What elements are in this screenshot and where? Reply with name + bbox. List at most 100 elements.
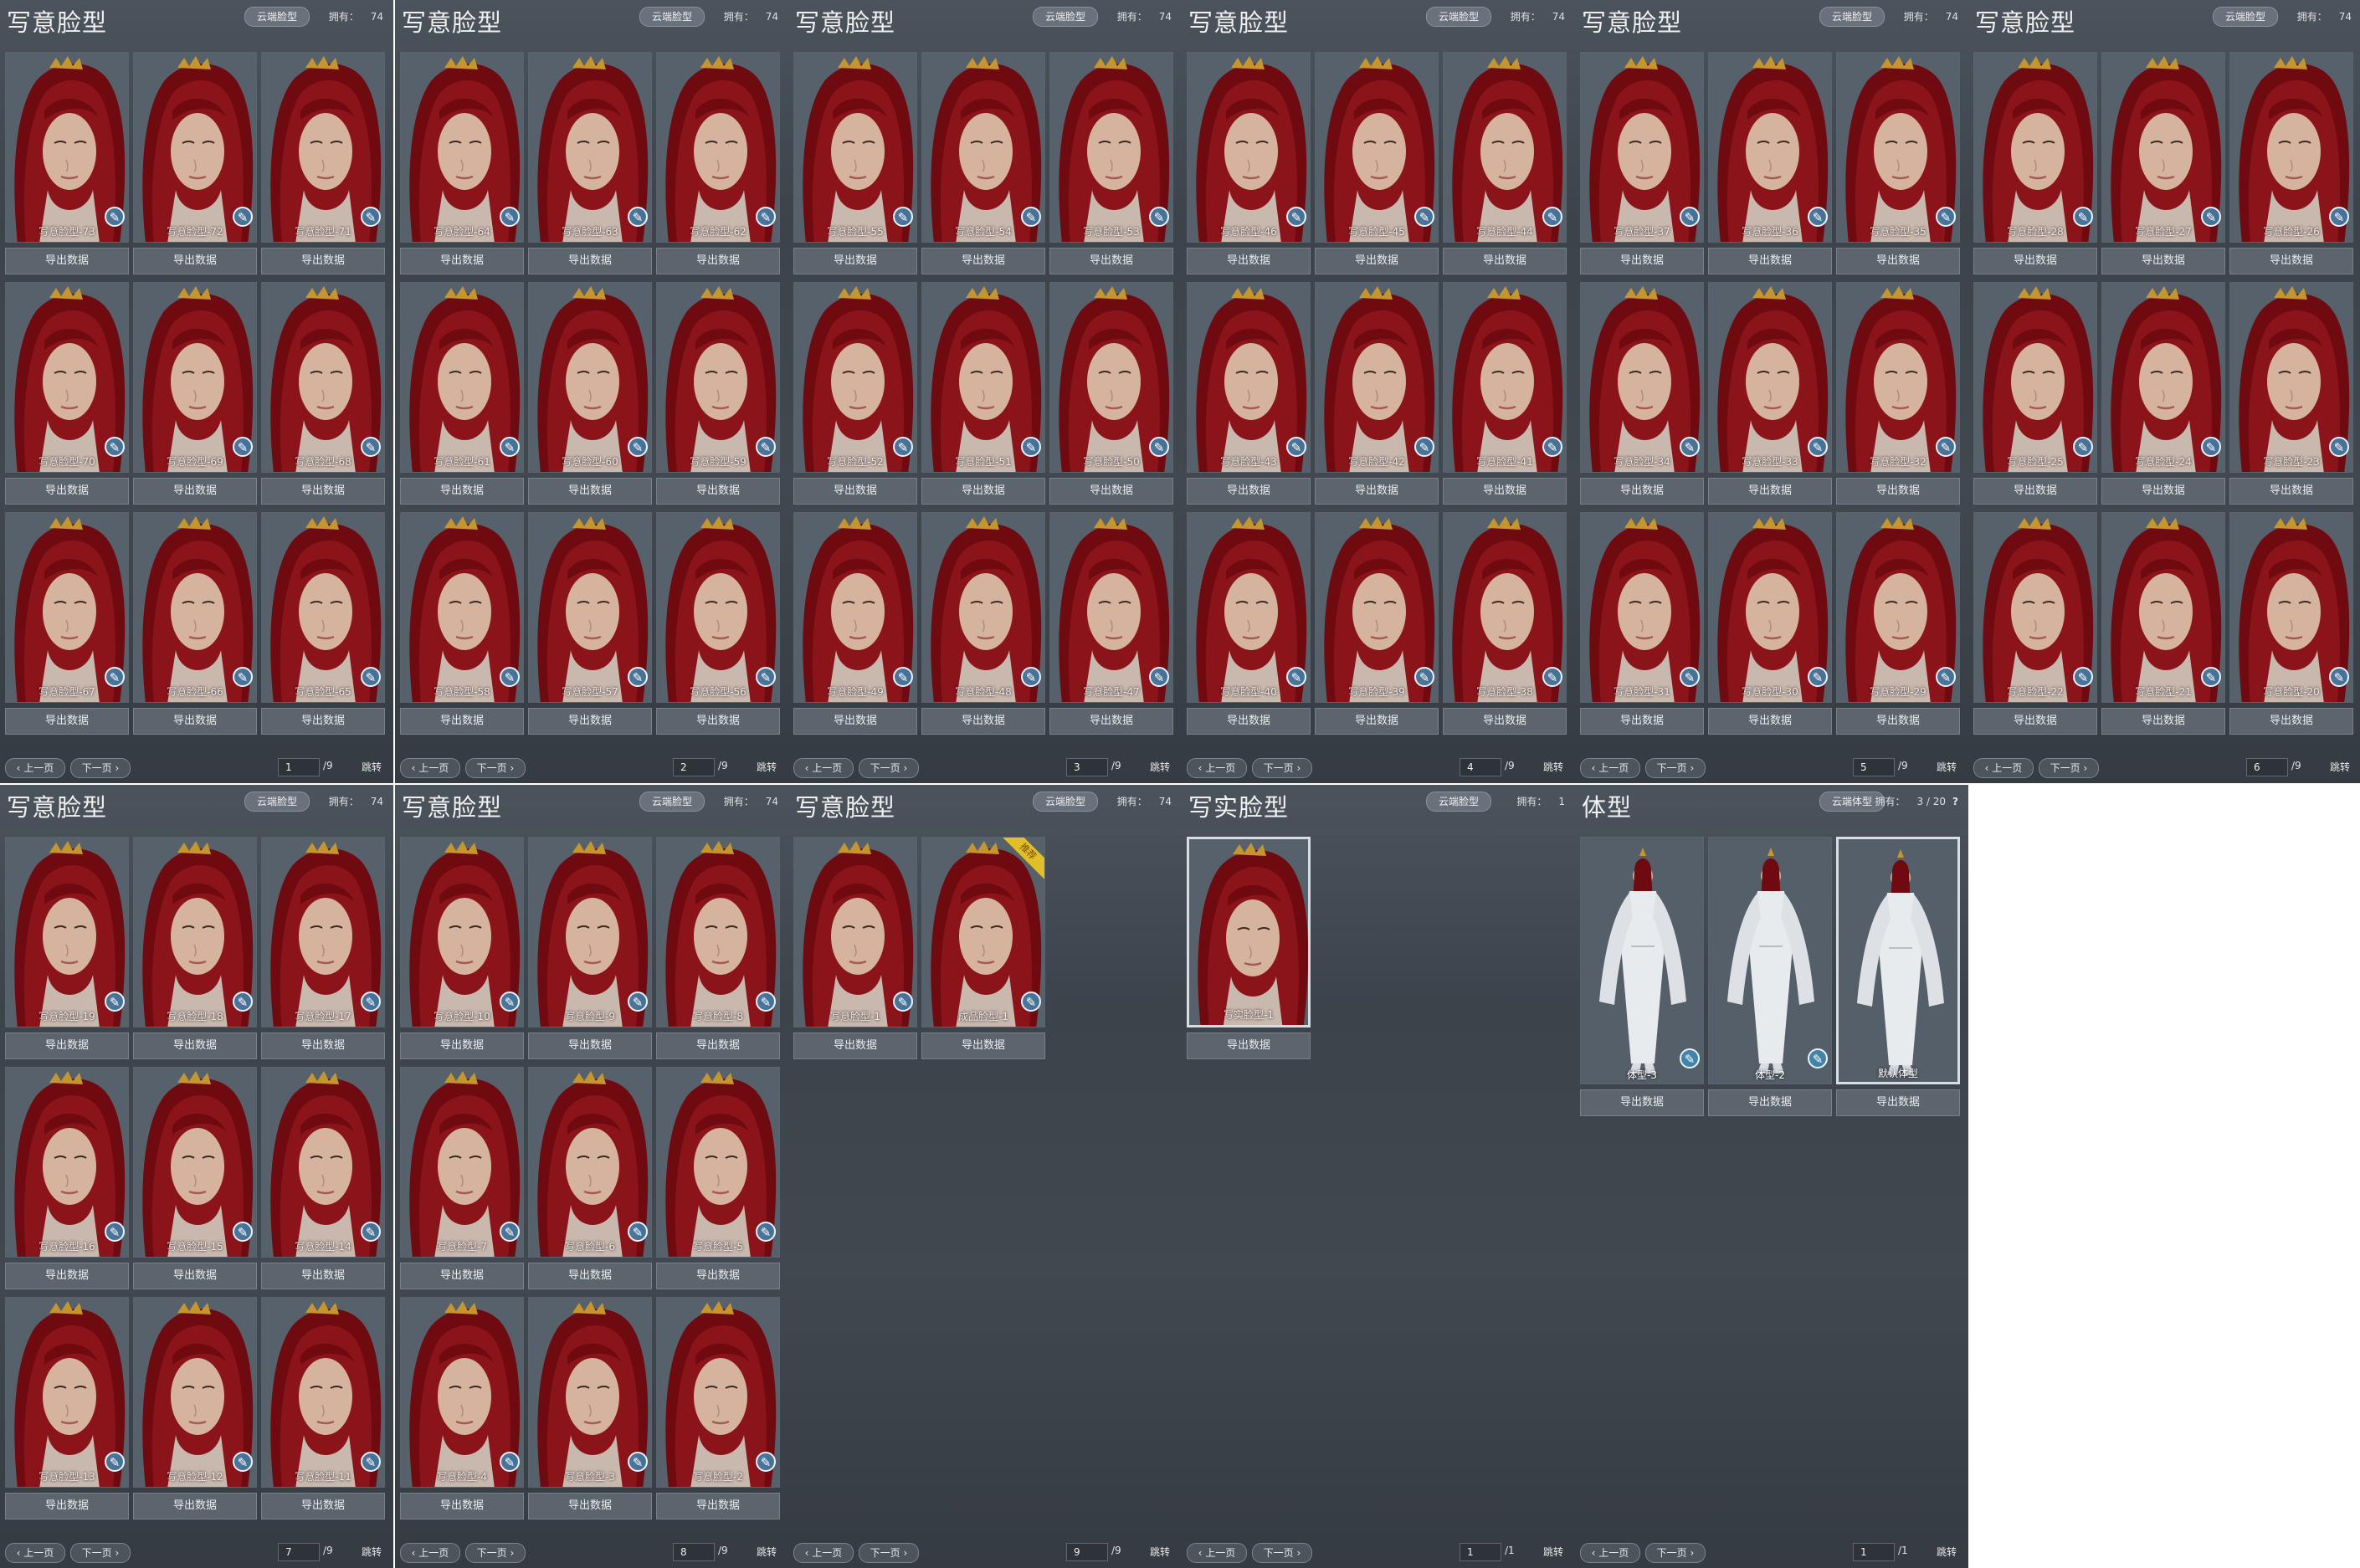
face-preset-card[interactable]: ✎ 写意脸型-49 导出数据 — [793, 512, 917, 738]
export-data-button[interactable]: 导出数据 — [793, 478, 917, 505]
page-number-input[interactable]: 1 — [278, 758, 320, 776]
preset-thumbnail[interactable]: ✎ 写意脸型-36 — [1708, 52, 1832, 243]
jump-button[interactable]: 跳转 — [750, 758, 783, 776]
face-preset-card[interactable]: ✎ 写意脸型-33 导出数据 — [1708, 282, 1832, 508]
face-preset-card[interactable]: ✎ 写意脸型-62 导出数据 — [656, 52, 780, 278]
pencil-icon[interactable]: ✎ — [1680, 1048, 1700, 1068]
export-data-button[interactable]: 导出数据 — [656, 1493, 780, 1519]
face-preset-card[interactable]: ✎ 写意脸型-7 导出数据 — [400, 1067, 524, 1293]
face-preset-card[interactable]: ✎ 写意脸型-4 导出数据 — [400, 1297, 524, 1523]
face-preset-card[interactable]: 写实脸型-1 导出数据 — [1187, 837, 1311, 1063]
preset-thumbnail[interactable]: ✎ 写意脸型-15 — [133, 1067, 257, 1258]
export-data-button[interactable]: 导出数据 — [133, 1263, 257, 1289]
prev-page-button[interactable]: ‹ 上一页 — [5, 1543, 65, 1563]
cloud-preset-button[interactable]: 云端脸型 — [1426, 792, 1492, 812]
next-page-button[interactable]: 下一页 › — [1645, 1543, 1706, 1563]
face-preset-card[interactable]: ✎ 写意脸型-3 导出数据 — [528, 1297, 652, 1523]
export-data-button[interactable]: 导出数据 — [528, 1493, 652, 1519]
face-preset-card[interactable]: ✎ 写意脸型-35 导出数据 — [1836, 52, 1960, 278]
next-page-button[interactable]: 下一页 › — [465, 1543, 526, 1563]
face-preset-card[interactable]: ✎ 写意脸型-48 导出数据 — [921, 512, 1045, 738]
face-preset-card[interactable]: ✎ 写意脸型-30 导出数据 — [1708, 512, 1832, 738]
face-preset-card[interactable]: ✎ 写意脸型-15 导出数据 — [133, 1067, 257, 1293]
next-page-button[interactable]: 下一页 › — [2039, 758, 2099, 778]
export-data-button[interactable]: 导出数据 — [656, 248, 780, 274]
export-data-button[interactable]: 导出数据 — [133, 478, 257, 505]
jump-button[interactable]: 跳转 — [1537, 1543, 1570, 1561]
preset-thumbnail[interactable]: ✎ 写意脸型-39 — [1315, 512, 1439, 703]
export-data-button[interactable]: 导出数据 — [528, 478, 652, 505]
face-preset-card[interactable]: ✎ 写意脸型-26 导出数据 — [2229, 52, 2353, 278]
face-preset-card[interactable]: ✎ 写意脸型-28 导出数据 — [1973, 52, 2097, 278]
preset-thumbnail[interactable]: ✎ 写意脸型-14 — [261, 1067, 385, 1258]
preset-thumbnail[interactable]: ✎ 写意脸型-7 — [400, 1067, 524, 1258]
export-data-button[interactable]: 导出数据 — [400, 1263, 524, 1289]
export-data-button[interactable]: 导出数据 — [1580, 248, 1704, 274]
export-data-button[interactable]: 导出数据 — [1315, 708, 1439, 735]
face-preset-card[interactable]: ✎ 写意脸型-23 导出数据 — [2229, 282, 2353, 508]
preset-thumbnail[interactable]: ✎ 写意脸型-69 — [133, 282, 257, 473]
preset-thumbnail[interactable]: 写实脸型-1 — [1187, 837, 1311, 1027]
export-data-button[interactable]: 导出数据 — [133, 248, 257, 274]
face-preset-card[interactable]: ✎ 写意脸型-2 导出数据 — [656, 1297, 780, 1523]
body-preset-card[interactable]: 默认体型 导出数据 — [1836, 837, 1960, 1120]
jump-button[interactable]: 跳转 — [1537, 758, 1570, 776]
jump-button[interactable]: 跳转 — [750, 1543, 783, 1561]
export-data-button[interactable]: 导出数据 — [2229, 248, 2353, 274]
face-preset-card[interactable]: ✎ 写意脸型-32 导出数据 — [1836, 282, 1960, 508]
face-preset-card[interactable]: ✎ 写意脸型-21 导出数据 — [2101, 512, 2225, 738]
export-data-button[interactable]: 导出数据 — [1187, 248, 1311, 274]
face-preset-card[interactable]: ✎ 写意脸型-73 导出数据 — [5, 52, 129, 278]
preset-thumbnail[interactable]: ✎ 写意脸型-41 — [1443, 282, 1567, 473]
face-preset-card[interactable]: ✎ 写意脸型-11 导出数据 — [261, 1297, 385, 1523]
face-preset-card[interactable]: ✎ 写意脸型-17 导出数据 — [261, 837, 385, 1063]
preset-thumbnail[interactable]: ✎ 写意脸型-31 — [1580, 512, 1704, 703]
face-preset-card[interactable]: ✎ 写意脸型-52 导出数据 — [793, 282, 917, 508]
preset-thumbnail[interactable]: ✎ 写意脸型-22 — [1973, 512, 2097, 703]
face-preset-card[interactable]: ✎ 写意脸型-59 导出数据 — [656, 282, 780, 508]
preset-thumbnail[interactable]: ✎ 写意脸型-70 — [5, 282, 129, 473]
preset-thumbnail[interactable]: ✎ 写意脸型-37 — [1580, 52, 1704, 243]
face-preset-card[interactable]: ✎ 写意脸型-25 导出数据 — [1973, 282, 2097, 508]
export-data-button[interactable]: 导出数据 — [2229, 708, 2353, 735]
export-data-button[interactable]: 导出数据 — [2101, 478, 2225, 505]
face-preset-card[interactable]: ✎ 写意脸型-69 导出数据 — [133, 282, 257, 508]
export-data-button[interactable]: 导出数据 — [400, 248, 524, 274]
export-data-button[interactable]: 导出数据 — [1973, 478, 2097, 505]
preset-thumbnail[interactable]: ✎ 写意脸型-44 — [1443, 52, 1567, 243]
cloud-preset-button[interactable]: 云端脸型 — [639, 792, 705, 812]
body-preset-card[interactable]: ✎ 体型-3 导出数据 — [1580, 837, 1704, 1120]
preset-thumbnail[interactable]: ✎ 写意脸型-54 — [921, 52, 1045, 243]
face-preset-card[interactable]: ✎ 写意脸型-10 导出数据 — [400, 837, 524, 1063]
face-preset-card[interactable]: ✎ 写意脸型-56 导出数据 — [656, 512, 780, 738]
next-page-button[interactable]: 下一页 › — [70, 758, 131, 778]
face-preset-card[interactable]: ✎ 写意脸型-40 导出数据 — [1187, 512, 1311, 738]
face-preset-card[interactable]: ✎ 写意脸型-5 导出数据 — [656, 1067, 780, 1293]
export-data-button[interactable]: 导出数据 — [793, 1033, 917, 1059]
page-number-input[interactable]: 3 — [1066, 758, 1108, 776]
export-data-button[interactable]: 导出数据 — [1708, 1089, 1832, 1116]
preset-thumbnail[interactable]: ✎ 写意脸型-65 — [261, 512, 385, 703]
jump-button[interactable]: 跳转 — [2323, 758, 2357, 776]
export-data-button[interactable]: 导出数据 — [261, 1263, 385, 1289]
face-preset-card[interactable]: ✎ 写意脸型-20 导出数据 — [2229, 512, 2353, 738]
prev-page-button[interactable]: ‹ 上一页 — [400, 758, 460, 778]
export-data-button[interactable]: 导出数据 — [5, 1033, 129, 1059]
preset-thumbnail[interactable]: ✎ 写意脸型-38 — [1443, 512, 1567, 703]
preset-thumbnail[interactable]: ✎ 写意脸型-67 — [5, 512, 129, 703]
page-number-input[interactable]: 6 — [2246, 758, 2288, 776]
export-data-button[interactable]: 导出数据 — [921, 478, 1045, 505]
preset-thumbnail[interactable]: ✎ 写意脸型-66 — [133, 512, 257, 703]
preset-thumbnail[interactable]: ✎ 写意脸型-51 — [921, 282, 1045, 473]
preset-thumbnail[interactable]: ✎ 写意脸型-48 — [921, 512, 1045, 703]
face-preset-card[interactable]: ✎ 写意脸型-8 导出数据 — [656, 837, 780, 1063]
preset-thumbnail[interactable]: ✎ 写意脸型-68 — [261, 282, 385, 473]
export-data-button[interactable]: 导出数据 — [528, 1033, 652, 1059]
export-data-button[interactable]: 导出数据 — [793, 248, 917, 274]
preset-thumbnail[interactable]: ✎ 写意脸型-33 — [1708, 282, 1832, 473]
preset-thumbnail[interactable]: ✎ 写意脸型-56 — [656, 512, 780, 703]
cloud-preset-button[interactable]: 云端脸型 — [1033, 792, 1099, 812]
export-data-button[interactable]: 导出数据 — [400, 1493, 524, 1519]
face-preset-card[interactable]: ✎ 写意脸型-58 导出数据 — [400, 512, 524, 738]
preset-thumbnail[interactable]: ✎ 写意脸型-45 — [1315, 52, 1439, 243]
